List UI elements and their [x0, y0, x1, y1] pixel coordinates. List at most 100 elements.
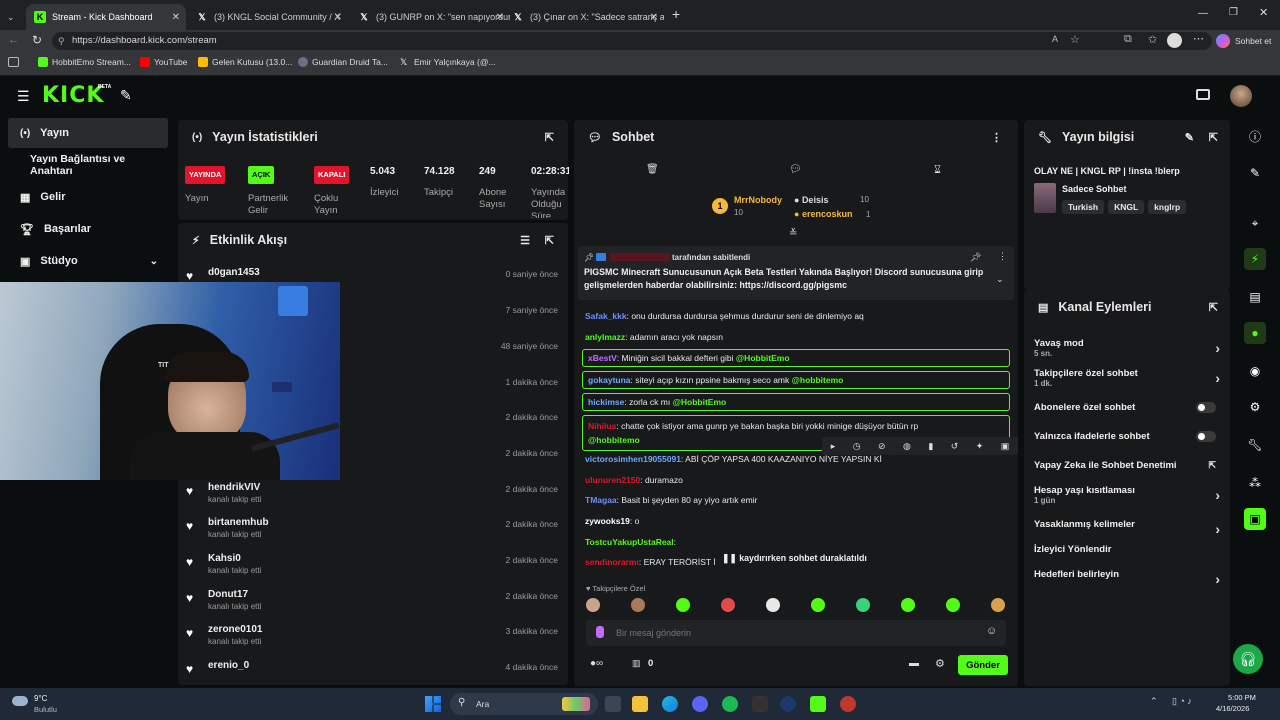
- channel-action-item[interactable]: Abonelere özel sohbet: [1034, 402, 1220, 413]
- chat-message-input[interactable]: [616, 624, 966, 642]
- rail-info-icon[interactable]: ⓘ: [1244, 126, 1266, 148]
- maximize-button[interactable]: ❐: [1229, 7, 1238, 18]
- user-avatar[interactable]: [1230, 85, 1252, 107]
- channel-action-item[interactable]: Yalnızca ifadelerle sohbet: [1034, 431, 1220, 442]
- extensions-icon[interactable]: ⧉: [1124, 33, 1132, 46]
- unpin-icon[interactable]: 📌︎: [970, 252, 981, 263]
- users-icon[interactable]: ●∞: [590, 658, 603, 669]
- pin-icon[interactable]: ✦: [976, 441, 984, 452]
- channel-action-item[interactable]: İzleyici Yönlendir: [1034, 544, 1220, 555]
- channel-action-item[interactable]: Yapay Zeka ile Sohbet Denetimi ⇱: [1034, 460, 1220, 471]
- sidebar-item-stream[interactable]: (•) Yayın: [8, 118, 168, 148]
- emote-icon[interactable]: [586, 598, 600, 612]
- emote-icon[interactable]: [991, 598, 1005, 612]
- popout-icon[interactable]: ⇱: [1209, 131, 1218, 144]
- leaderboard-entry[interactable]: ● Deisis: [794, 195, 828, 205]
- chat-username[interactable]: xBestV: [588, 353, 617, 363]
- task-view-icon[interactable]: [605, 696, 621, 712]
- bookmark-inbox[interactable]: Gelen Kutusu (13.0...: [198, 57, 292, 67]
- close-window-button[interactable]: ✕: [1259, 6, 1268, 19]
- chat-mention[interactable]: @HobbitEmo: [736, 353, 790, 363]
- leaderboard-name[interactable]: MrrNobody: [734, 195, 782, 205]
- clock-date[interactable]: 4/16/2026: [1216, 704, 1249, 713]
- microphone-icon[interactable]: [596, 626, 604, 638]
- emote-icon[interactable]: [766, 598, 780, 612]
- file-explorer-icon[interactable]: [632, 696, 648, 712]
- channel-action-item[interactable]: Hedefleri belirleyin ›: [1034, 569, 1220, 587]
- activity-row[interactable]: ♥ zerone0101 kanalı takip etti 3 dakika önc…: [186, 624, 558, 662]
- rail-avatar-icon[interactable]: ▣: [1244, 508, 1266, 530]
- bookmark-guardian-druid[interactable]: Guardian Druid Ta...: [298, 57, 388, 67]
- chat-message[interactable]: victorosimhen19055091: ABİ ÇÖP YAPSA 400…: [582, 454, 1010, 464]
- chat-message[interactable]: TostcuYakupUstaReal:: [582, 537, 1010, 547]
- popout-icon[interactable]: ⇱: [545, 234, 554, 247]
- spotify-icon[interactable]: [722, 696, 738, 712]
- chat-message[interactable]: hickimse: zorla ck mı @HobbitEmo: [582, 393, 1010, 411]
- windows-start-icon[interactable]: [425, 696, 441, 712]
- sidebar-item-stream-key[interactable]: Yayın Bağlantısı ve Anahtarı: [8, 150, 168, 180]
- popout-icon[interactable]: ⇱: [1209, 301, 1218, 314]
- emote-icon[interactable]: [856, 598, 870, 612]
- delete-icon[interactable]: ▣: [1001, 441, 1010, 452]
- tab-cinar-x[interactable]: 𝕏 (3) Çınar on X: "Sadece satranç a ✕: [504, 4, 664, 30]
- kick-logo[interactable]: KICK: [42, 83, 104, 108]
- chat-mention[interactable]: @HobbitEmo: [673, 397, 727, 407]
- chat-mention[interactable]: @hobbitemo: [792, 375, 844, 385]
- steam-icon[interactable]: [780, 696, 796, 712]
- tray-chevron-up-icon[interactable]: ⌃: [1150, 696, 1158, 707]
- close-tab-icon[interactable]: ✕: [496, 12, 504, 23]
- chat-message[interactable]: ulunuren2150: duramazo: [582, 475, 1010, 485]
- rail-crosshair-icon[interactable]: ⌖: [1244, 212, 1266, 234]
- activity-row[interactable]: ♥ hendrikVIV kanalı takip etti 2 dakika önc…: [186, 482, 558, 520]
- chat-username[interactable]: Safak_kkk: [585, 311, 627, 321]
- rail-broadcast-icon[interactable]: ◉: [1244, 360, 1266, 382]
- close-tab-icon[interactable]: ✕: [172, 12, 180, 23]
- favorite-star-icon[interactable]: ☆: [1070, 33, 1080, 46]
- edge-browser-icon[interactable]: [662, 696, 678, 712]
- hamburger-menu-icon[interactable]: ☰: [17, 88, 30, 105]
- chat-username[interactable]: sendinorarmı: [585, 557, 639, 567]
- activity-username[interactable]: erenio_0: [208, 660, 249, 671]
- reply-icon[interactable]: ◍: [903, 441, 911, 452]
- activity-username[interactable]: d0gan1453: [208, 267, 260, 278]
- chat-bubble-icon[interactable]: 💬︎: [789, 164, 802, 175]
- rail-chat-icon[interactable]: ●: [1244, 322, 1266, 344]
- chat-message[interactable]: gokaytuna: siteyi açıp kızın ppsine bakm…: [582, 371, 1010, 389]
- settings-gear-icon[interactable]: ⚙︎: [935, 657, 945, 670]
- activity-username[interactable]: hendrikVIV: [208, 482, 260, 493]
- rail-document-icon[interactable]: ▤: [1244, 286, 1266, 308]
- clock-time[interactable]: 5:00 PM: [1228, 693, 1256, 702]
- more-options-icon[interactable]: ⋮: [991, 131, 1002, 144]
- chat-username[interactable]: victorosimhen19055091: [585, 454, 681, 464]
- reload-icon[interactable]: ↻: [32, 33, 42, 47]
- chat-username[interactable]: anlylmazz: [585, 332, 625, 342]
- channel-action-item[interactable]: Yasaklanmış kelimeler ›: [1034, 519, 1220, 537]
- tab-actions-menu[interactable]: ⌄: [2, 4, 24, 30]
- emote-icon[interactable]: [721, 598, 735, 612]
- activity-row[interactable]: ♥ Kahsi0 kanalı takip etti 2 dakika önce: [186, 553, 558, 591]
- chat-message[interactable]: TMagaa: Basit bi şeyden 80 ay yiyo artık…: [582, 495, 1010, 505]
- emoji-picker-icon[interactable]: ☺: [986, 625, 997, 637]
- chat-paused-banner[interactable]: ❚❚ kaydırırken sohbet duraklatıldı: [718, 553, 871, 564]
- emote-icon[interactable]: [631, 598, 645, 612]
- activity-username[interactable]: Kahsi0: [208, 553, 241, 564]
- back-arrow-icon[interactable]: ←: [8, 34, 19, 46]
- bookmark-emir[interactable]: 𝕏 Emir Yalçınkaya (@...: [400, 57, 496, 67]
- expand-chevron-icon[interactable]: ⌄: [996, 274, 1004, 285]
- emote-icon[interactable]: [676, 598, 690, 612]
- chat-input-box[interactable]: ☺: [586, 620, 1006, 646]
- collapse-chevron-icon[interactable]: ≚: [789, 228, 797, 239]
- more-options-icon[interactable]: ⋮: [998, 251, 1007, 262]
- kick-app-icon[interactable]: [810, 696, 826, 712]
- channel-action-item[interactable]: Hesap yaşı kısıtlaması 1 gün ›: [1034, 485, 1220, 505]
- chat-username[interactable]: gokaytuna: [588, 375, 631, 385]
- activity-row[interactable]: ♥ Donut17 kanalı takip etti 2 dakika önce: [186, 589, 558, 627]
- url-field[interactable]: ⚲ https://dashboard.kick.com/stream: [52, 32, 1212, 50]
- play-icon[interactable]: ▸: [831, 441, 836, 452]
- close-tab-icon[interactable]: ✕: [650, 12, 658, 23]
- sidebar-item-revenue[interactable]: ▦ Gelir: [8, 182, 168, 212]
- edit-pencil-icon[interactable]: ✎: [1185, 131, 1194, 144]
- chat-username[interactable]: zywooks19: [585, 516, 630, 526]
- tab-kick-dashboard[interactable]: K Stream - Kick Dashboard ✕: [26, 4, 186, 30]
- close-tab-icon[interactable]: ✕: [334, 12, 342, 23]
